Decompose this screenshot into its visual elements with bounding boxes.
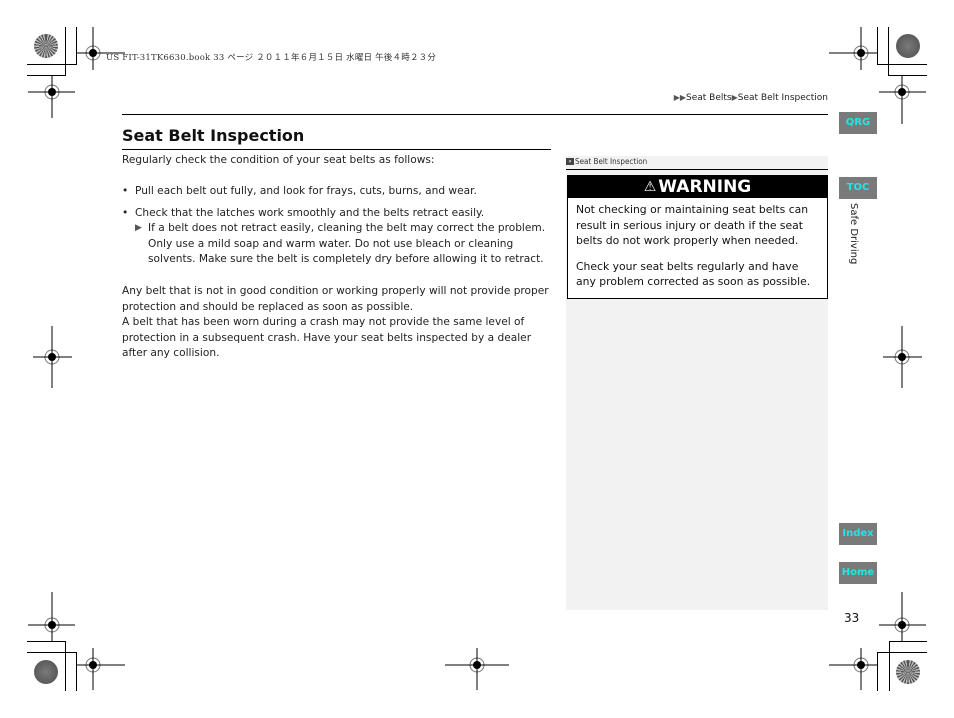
warning-text: Not checking or maintaining seat belts c… (576, 203, 809, 247)
header-divider (122, 114, 828, 115)
sidebar-heading-text[interactable]: Seat Belt Inspection (575, 157, 647, 166)
intro-text: Regularly check the condition of your se… (122, 154, 435, 166)
warning-label: WARNING (658, 177, 752, 197)
bullet-text: Pull each belt out fully, and look for f… (135, 185, 477, 197)
breadcrumb-item-seat-belts[interactable]: Seat Belts (686, 93, 732, 103)
bullet-text: Check that the latches work smoothly and… (135, 207, 485, 219)
print-info-line: US FIT-31TK6630.book 33 ページ ２０１１年６月１５日 水… (106, 53, 437, 63)
page-number: 33 (844, 611, 860, 625)
sidebar-heading: » Seat Belt Inspection (566, 156, 828, 170)
bullet-icon: • (122, 185, 129, 197)
paragraph: Any belt that is not in good condition o… (122, 285, 549, 313)
warning-header: ⚠ WARNING (568, 176, 827, 198)
home-button[interactable]: Home (839, 562, 877, 584)
breadcrumb: ▶▶Seat Belts▶Seat Belt Inspection (674, 93, 828, 103)
title-divider (122, 149, 551, 150)
toc-button[interactable]: TOC (839, 177, 877, 199)
warning-text: Check your seat belts regularly and have… (576, 259, 811, 289)
paragraph: A belt that has been worn during a crash… (122, 316, 532, 360)
warning-box: ⚠ WARNING Not checking or maintaining sea… (567, 175, 828, 299)
section-label: Safe Driving (848, 203, 859, 265)
qrg-button[interactable]: QRG (839, 112, 877, 134)
bullet-subnote: ▶ If a belt does not retract easily, cle… (135, 221, 551, 268)
subnote-text: If a belt does not retract easily, clean… (148, 222, 546, 266)
right-triangle-icon: ▶ (135, 223, 142, 233)
page-title: Seat Belt Inspection (122, 126, 305, 145)
breadcrumb-item-seat-belt-inspection[interactable]: Seat Belt Inspection (738, 93, 828, 103)
index-button[interactable]: Index (839, 523, 877, 545)
double-chevron-icon: » (566, 158, 574, 165)
right-triangle-icon: ▶▶ (673, 93, 686, 102)
warning-triangle-icon: ⚠ (643, 179, 657, 195)
bullet-icon: • (122, 207, 129, 219)
